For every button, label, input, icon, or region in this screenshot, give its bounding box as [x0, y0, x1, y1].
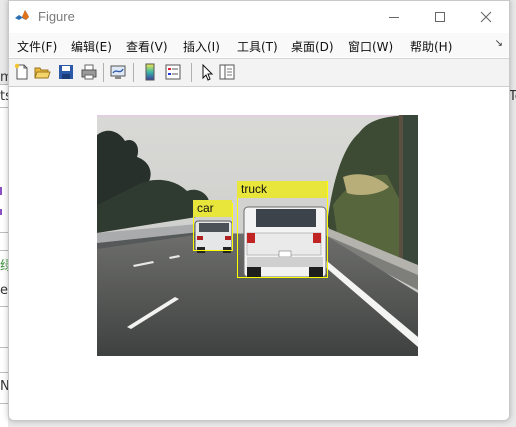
truck-label: truck	[237, 181, 327, 198]
background-divider	[0, 347, 8, 348]
maximize-icon	[435, 11, 445, 22]
background-left-strip	[0, 84, 8, 427]
background-marker	[0, 209, 2, 215]
background-divider	[0, 306, 8, 307]
new-figure-icon[interactable]	[13, 63, 31, 81]
toolbar-separator	[191, 63, 192, 82]
print-icon[interactable]	[80, 63, 98, 81]
close-icon	[480, 11, 492, 22]
menu-help[interactable]: 帮助(H)	[410, 38, 452, 55]
toolbar-separator	[103, 63, 104, 82]
menu-desktop[interactable]: 桌面(D)	[291, 38, 334, 55]
figure-window: Figure 文件(F) 编辑(E) 查看(V) 插入(I) 工具(T) 桌面(…	[8, 0, 510, 421]
menu-edit[interactable]: 编辑(E)	[71, 38, 112, 55]
background-divider	[0, 250, 8, 251]
menu-bar: 文件(F) 编辑(E) 查看(V) 插入(I) 工具(T) 桌面(D) 窗口(W…	[9, 33, 509, 57]
background-divider	[0, 372, 8, 373]
property-inspector-icon[interactable]	[218, 63, 236, 81]
toolbar	[9, 58, 509, 87]
background-text-fragment: Te	[509, 89, 516, 104]
menu-window[interactable]: 窗口(W)	[348, 38, 393, 55]
menu-insert[interactable]: 插入(I)	[183, 38, 220, 55]
background-marker	[0, 187, 2, 195]
maximize-button[interactable]	[417, 1, 463, 32]
title-bar[interactable]: Figure	[9, 1, 509, 32]
background-divider	[0, 403, 8, 404]
menu-tools[interactable]: 工具(T)	[237, 38, 278, 55]
toolbar-separator	[133, 63, 134, 82]
minimize-icon	[389, 16, 399, 18]
menu-file[interactable]: 文件(F)	[17, 38, 57, 55]
dock-arrow-icon[interactable]: ↘	[495, 38, 503, 49]
save-icon[interactable]	[57, 63, 75, 81]
figure-canvas[interactable]: car truck	[9, 87, 509, 420]
background-divider	[0, 232, 8, 233]
minimize-button[interactable]	[371, 1, 417, 32]
insert-colorbar-icon[interactable]	[141, 63, 159, 81]
background-divider	[0, 107, 8, 108]
link-plot-icon[interactable]	[109, 63, 127, 81]
insert-legend-icon[interactable]	[164, 63, 182, 81]
window-title: Figure	[38, 9, 75, 24]
close-button[interactable]	[463, 1, 509, 32]
open-file-icon[interactable]	[33, 63, 51, 81]
menu-view[interactable]: 查看(V)	[126, 38, 168, 55]
car-label: car	[193, 200, 232, 217]
matlab-icon	[14, 8, 30, 24]
edit-plot-icon[interactable]	[198, 63, 216, 81]
image-axes[interactable]: car truck	[97, 115, 418, 356]
